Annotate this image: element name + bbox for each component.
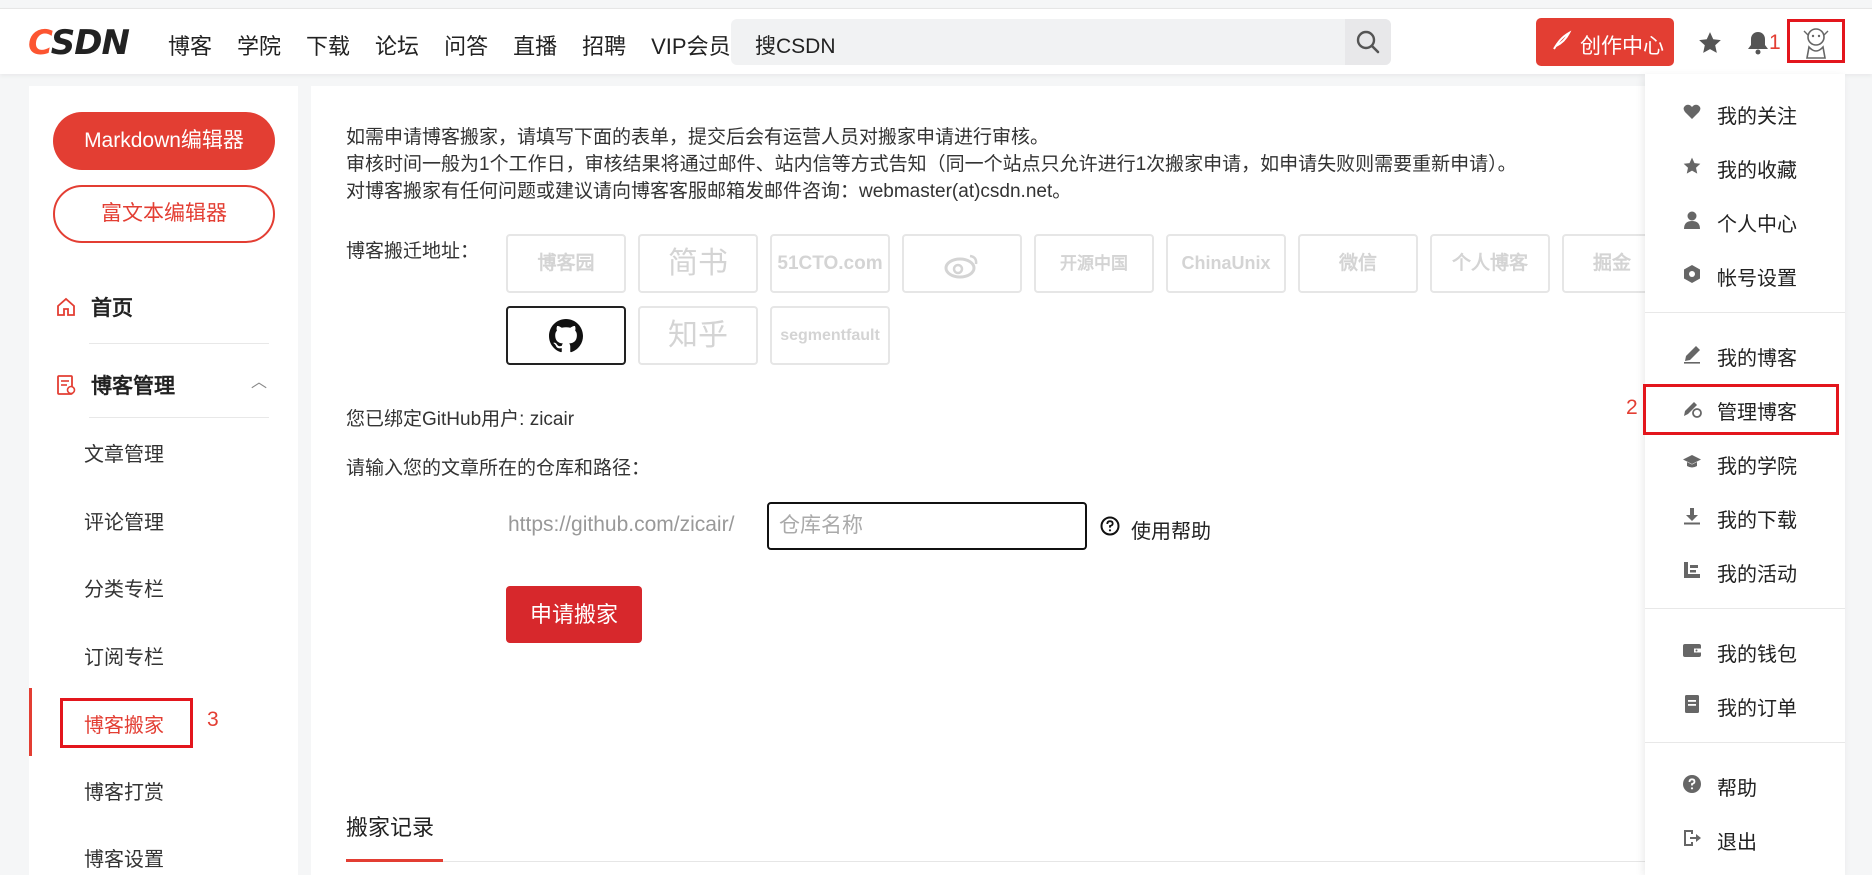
logout-icon (1682, 828, 1702, 853)
search-button[interactable] (1345, 19, 1391, 65)
nav-jobs[interactable]: 招聘 (582, 29, 626, 61)
repo-path-label: 请输入您的文章所在的仓库和路径： (346, 458, 651, 479)
markdown-editor-button[interactable]: Markdown编辑器 (53, 112, 275, 170)
platform-personal-blog[interactable]: 个人博客 (1430, 234, 1550, 293)
apply-move-button[interactable]: 申请搬家 (506, 586, 642, 643)
menu-item-profile[interactable]: 个人中心 (1645, 198, 1845, 242)
annotation-step-2: 2 (1626, 396, 1638, 419)
richtext-editor-button[interactable]: 富文本编辑器 (53, 185, 275, 243)
graduation-cap-icon (1682, 452, 1702, 477)
create-center-button[interactable]: 创作中心 (1536, 18, 1674, 66)
help-link[interactable]: 使用帮助 (1131, 515, 1211, 544)
bell-icon[interactable] (1746, 30, 1770, 61)
tab-move-records[interactable]: 搬家记录 (346, 810, 434, 842)
tab-underline (346, 859, 443, 862)
help-circle-icon[interactable] (1099, 515, 1121, 542)
divider (89, 417, 269, 418)
left-sidebar: Markdown编辑器 富文本编辑器 首页 博客管理 ︿ 文章管理 评论管理 分… (29, 86, 298, 875)
annotation-step-3: 3 (207, 708, 219, 731)
menu-item-account-settings[interactable]: 帐号设置 (1645, 252, 1845, 296)
intro-text: 如需申请博客搬家，请填写下面的表单，提交后会有运营人员对搬家申请进行审核。 审核… (346, 127, 1517, 202)
menu-item-my-downloads[interactable]: 我的下载 (1645, 494, 1845, 538)
avatar-icon (1800, 25, 1832, 64)
search-bar[interactable]: 搜CSDN (731, 19, 1391, 65)
star-icon[interactable] (1697, 30, 1723, 61)
nav-download[interactable]: 下载 (306, 29, 350, 61)
feather-icon (1550, 30, 1572, 58)
menu-item-my-blog[interactable]: 我的博客 (1645, 332, 1845, 376)
annotation-step-1: 1 (1769, 31, 1781, 54)
address-label: 博客搬迁地址： (346, 241, 480, 262)
nav-forum[interactable]: 论坛 (375, 29, 419, 61)
search-icon (1356, 30, 1380, 54)
annotation-highlight-2 (1643, 384, 1839, 435)
nav-blog[interactable]: 博客 (168, 29, 212, 61)
platform-wechat[interactable]: 微信 (1298, 234, 1418, 293)
repo-url-prefix: https://github.com/zicair/ (508, 513, 735, 536)
platform-51cto[interactable]: 51CTO.com (770, 234, 890, 293)
menu-item-my-academy[interactable]: 我的学院 (1645, 440, 1845, 484)
menu-item-logout[interactable]: 退出 (1645, 816, 1845, 860)
user-dropdown-menu: 我的关注 我的收藏 个人中心 帐号设置 我的博客 管理博客 我的学院 我的下载 … (1645, 74, 1845, 875)
user-icon (1682, 210, 1702, 235)
order-icon (1682, 694, 1702, 719)
chevron-up-icon[interactable]: ︿ (251, 368, 267, 392)
help-icon (1682, 774, 1702, 799)
download-icon (1682, 506, 1702, 531)
platform-weibo[interactable] (902, 234, 1022, 293)
menu-item-help[interactable]: 帮助 (1645, 762, 1845, 806)
divider (89, 343, 269, 344)
sidebar-item-articles[interactable]: 文章管理 (84, 438, 164, 467)
platform-segmentfault[interactable]: segmentfault (770, 306, 890, 365)
divider (1645, 312, 1845, 313)
repo-name-input[interactable] (767, 502, 1087, 550)
star-icon (1682, 156, 1702, 181)
sidebar-item-subscriptions[interactable]: 订阅专栏 (84, 641, 164, 670)
main-nav: 博客 学院 下载 论坛 问答 直播 招聘 VIP会员 (168, 29, 756, 61)
sidebar-item-home[interactable]: 首页 (55, 292, 133, 322)
platform-zhihu[interactable]: 知乎 (638, 306, 758, 365)
platform-oschina[interactable]: 开源中国 (1034, 234, 1154, 293)
menu-item-wallet[interactable]: 我的钱包 (1645, 628, 1845, 672)
active-indicator (29, 688, 32, 756)
avatar-highlight[interactable] (1787, 19, 1845, 63)
home-icon (57, 297, 75, 316)
platform-jianshu[interactable]: 简书 (638, 234, 758, 293)
divider (1645, 742, 1845, 743)
top-navbar: CSDN 博客 学院 下载 论坛 问答 直播 招聘 VIP会员 搜CSDN 创作… (0, 8, 1872, 74)
pencil-icon (1682, 344, 1702, 369)
platform-cnblogs[interactable]: 博客园 (506, 234, 626, 293)
sidebar-item-categories[interactable]: 分类专栏 (84, 573, 164, 602)
sidebar-item-comments[interactable]: 评论管理 (84, 506, 164, 535)
weibo-icon (944, 254, 978, 279)
bound-github-text: 您已绑定GitHub用户: zicair (346, 409, 575, 430)
sidebar-item-blog-move[interactable]: 博客搬家 (84, 709, 164, 738)
nav-qa[interactable]: 问答 (444, 29, 488, 61)
sidebar-item-rewards[interactable]: 博客打赏 (84, 776, 164, 805)
search-input[interactable]: 搜CSDN (755, 30, 836, 60)
github-icon (549, 319, 583, 353)
document-icon (57, 375, 76, 395)
menu-item-orders[interactable]: 我的订单 (1645, 682, 1845, 726)
divider (346, 861, 1711, 862)
nav-vip[interactable]: VIP会员 (651, 29, 730, 61)
heart-icon (1682, 102, 1702, 127)
divider (1645, 608, 1845, 609)
main-panel: 如需申请博客搬家，请填写下面的表单，提交后会有运营人员对搬家申请进行审核。 审核… (311, 86, 1711, 875)
wallet-icon (1682, 640, 1702, 665)
nav-live[interactable]: 直播 (513, 29, 557, 61)
sidebar-item-settings[interactable]: 博客设置 (84, 843, 164, 872)
nav-academy[interactable]: 学院 (237, 29, 281, 61)
activity-icon (1682, 560, 1702, 585)
platform-github[interactable] (506, 306, 626, 365)
platform-chinaunix[interactable]: ChinaUnix (1166, 234, 1286, 293)
menu-item-my-activities[interactable]: 我的活动 (1645, 548, 1845, 592)
sidebar-item-blog-manage[interactable]: 博客管理 (55, 370, 175, 400)
menu-item-follows[interactable]: 我的关注 (1645, 90, 1845, 134)
csdn-logo[interactable]: CSDN (28, 23, 130, 63)
settings-icon (1682, 264, 1702, 289)
menu-item-favorites[interactable]: 我的收藏 (1645, 144, 1845, 188)
